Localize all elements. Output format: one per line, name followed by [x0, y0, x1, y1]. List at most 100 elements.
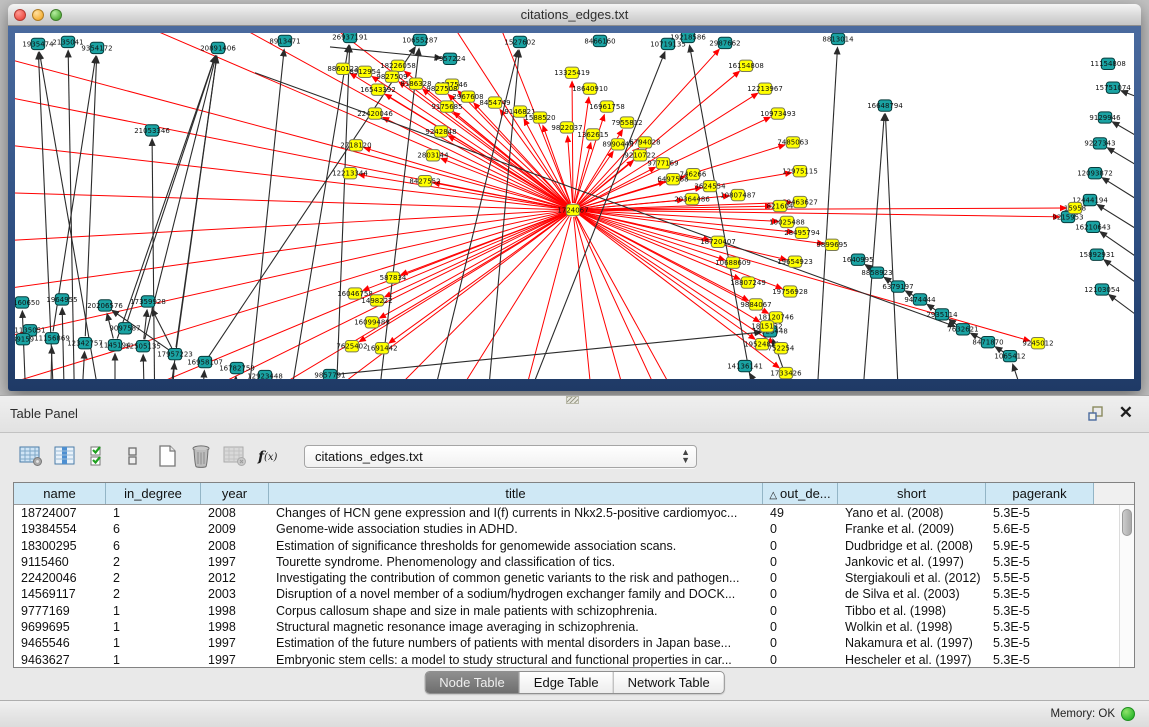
network-node[interactable]: 1588520 — [524, 112, 555, 123]
function-builder-icon[interactable]: f(x) — [256, 443, 282, 469]
table-cell[interactable]: 0 — [763, 619, 838, 635]
tab-edge-table[interactable]: Edge Table — [520, 672, 614, 693]
table-cell[interactable]: Estimation of significance thresholds fo… — [269, 538, 763, 554]
table-select-dropdown[interactable]: citations_edges.txt▲▼ — [304, 445, 697, 468]
network-node[interactable]: 587834 — [380, 272, 407, 283]
network-node[interactable]: 10655287 — [402, 34, 438, 45]
table-cell[interactable]: 0 — [763, 521, 838, 537]
network-node[interactable]: 12103054 — [1084, 284, 1120, 295]
table-cell[interactable]: Wolkin et al. (1998) — [838, 619, 986, 635]
network-node[interactable]: 20364486 — [674, 193, 710, 204]
table-cell[interactable]: 9465546 — [14, 635, 106, 651]
table-cell[interactable]: 9777169 — [14, 603, 106, 619]
table-cell[interactable]: 5.5E-5 — [986, 570, 1094, 586]
network-node[interactable]: 15751074 — [1095, 82, 1131, 93]
network-node[interactable]: 2135041 — [52, 36, 83, 47]
table-row[interactable]: 969969511998Structural magnetic resonanc… — [14, 619, 1134, 635]
network-node[interactable]: 1733426 — [770, 367, 801, 378]
table-cell[interactable]: Hescheler et al. (1997) — [838, 652, 986, 668]
network-node[interactable]: 19756928 — [772, 286, 808, 297]
table-cell[interactable]: 0 — [763, 570, 838, 586]
network-node[interactable]: 10688609 — [715, 257, 751, 268]
network-node[interactable]: 11156869 — [34, 333, 70, 344]
table-cell[interactable]: Franke et al. (2009) — [838, 521, 986, 537]
table-cell[interactable]: 0 — [763, 538, 838, 554]
delete-column-icon[interactable] — [188, 443, 214, 469]
network-node[interactable]: 28495794 — [784, 227, 820, 238]
network-node[interactable]: 14136141 — [727, 360, 763, 371]
network-node[interactable]: 8858923 — [861, 267, 892, 278]
column-header-short[interactable]: short — [838, 483, 986, 504]
network-node[interactable]: 6379197 — [882, 281, 913, 292]
network-node[interactable]: 9777169 — [647, 158, 678, 169]
network-node[interactable]: 6497568 — [657, 173, 688, 184]
table-cell[interactable]: 1997 — [201, 652, 269, 668]
network-node[interactable]: 18640910 — [572, 83, 608, 94]
table-cell[interactable]: 1 — [106, 619, 201, 635]
network-node[interactable]: 7632621 — [947, 324, 978, 335]
network-node[interactable]: 2987662 — [709, 37, 740, 48]
network-node[interactable]: 12505135 — [125, 341, 161, 352]
network-node[interactable]: 12923448 — [247, 370, 283, 379]
network-node[interactable]: 1527602 — [504, 36, 535, 47]
network-node[interactable]: 16154808 — [728, 60, 764, 71]
network-node[interactable]: 2718120 — [340, 140, 371, 151]
network-node[interactable]: 9129946 — [1089, 112, 1120, 123]
network-node[interactable]: 16958107 — [187, 356, 223, 367]
network-node[interactable]: 1691442 — [366, 343, 397, 354]
table-cell[interactable]: 5.3E-5 — [986, 586, 1094, 602]
table-cell[interactable]: Jankovic et al. (1997) — [838, 554, 986, 570]
table-cell[interactable]: Investigating the contribution of common… — [269, 570, 763, 586]
table-cell[interactable]: Structural magnetic resonance image aver… — [269, 619, 763, 635]
table-cell[interactable]: 1 — [106, 603, 201, 619]
network-node[interactable]: 20206576 — [87, 300, 123, 311]
table-cell[interactable]: 1997 — [201, 635, 269, 651]
table-cell[interactable]: Changes of HCN gene expression and I(f) … — [269, 505, 763, 521]
table-cell[interactable]: 0 — [763, 586, 838, 602]
table-cell[interactable]: 6 — [106, 521, 201, 537]
table-cell[interactable]: 5.3E-5 — [986, 505, 1094, 521]
table-cell[interactable]: 2009 — [201, 521, 269, 537]
table-cell[interactable]: Estimation of the future numbers of pati… — [269, 635, 763, 651]
table-cell[interactable]: Embryonic stem cells: a model to study s… — [269, 652, 763, 668]
zoom-window-icon[interactable] — [50, 9, 62, 21]
table-cell[interactable]: 5.3E-5 — [986, 603, 1094, 619]
network-node[interactable]: 25160650 — [15, 297, 40, 308]
network-node[interactable]: 7625402 — [336, 341, 367, 352]
table-cell[interactable]: 2 — [106, 570, 201, 586]
table-cell[interactable]: 2008 — [201, 538, 269, 554]
column-header-title[interactable]: title — [269, 483, 763, 504]
table-cell[interactable]: 5.9E-5 — [986, 538, 1094, 554]
network-node[interactable]: 18226058 — [380, 60, 416, 71]
network-node[interactable]: 8471870 — [972, 337, 1003, 348]
table-cell[interactable]: 1998 — [201, 603, 269, 619]
network-node[interactable]: 9227343 — [1084, 138, 1115, 149]
network-node[interactable]: 9884067 — [740, 299, 771, 310]
close-panel-icon[interactable]: ✕ — [1119, 403, 1133, 423]
network-node[interactable]: 1640995 — [842, 254, 873, 265]
show-column-icon[interactable] — [52, 443, 78, 469]
table-cell[interactable]: 9699695 — [14, 619, 106, 635]
table-cell[interactable]: 6 — [106, 538, 201, 554]
network-node[interactable]: 3624554 — [694, 180, 726, 191]
network-node[interactable]: 1065412 — [994, 350, 1025, 361]
vertical-scrollbar[interactable] — [1119, 505, 1134, 667]
network-node[interactable]: 10025488 — [769, 216, 805, 227]
network-node[interactable]: 7957224 — [434, 53, 466, 64]
network-node[interactable]: 16961758 — [589, 101, 625, 112]
table-cell[interactable]: 5.6E-5 — [986, 521, 1094, 537]
table-cell[interactable]: 1997 — [201, 554, 269, 570]
table-cell[interactable]: 2012 — [201, 570, 269, 586]
table-cell[interactable]: Dudbridge et al. (2008) — [838, 538, 986, 554]
network-node[interactable]: 9097587 — [109, 323, 140, 334]
network-node[interactable]: 2935114 — [926, 309, 958, 320]
table-cell[interactable]: 9115460 — [14, 554, 106, 570]
column-header-out-de[interactable]: △out_de... — [763, 483, 838, 504]
table-row[interactable]: 946554611997Estimation of the future num… — [14, 635, 1134, 651]
table-cell[interactable]: 0 — [763, 635, 838, 651]
network-node[interactable]: 9354172 — [81, 42, 112, 53]
network-node[interactable]: 13325419 — [554, 67, 590, 78]
table-cell[interactable]: 5.3E-5 — [986, 554, 1094, 570]
node-table[interactable]: namein_degreeyeartitle△out_de...shortpag… — [13, 482, 1135, 668]
table-cell[interactable]: 9463627 — [14, 652, 106, 668]
